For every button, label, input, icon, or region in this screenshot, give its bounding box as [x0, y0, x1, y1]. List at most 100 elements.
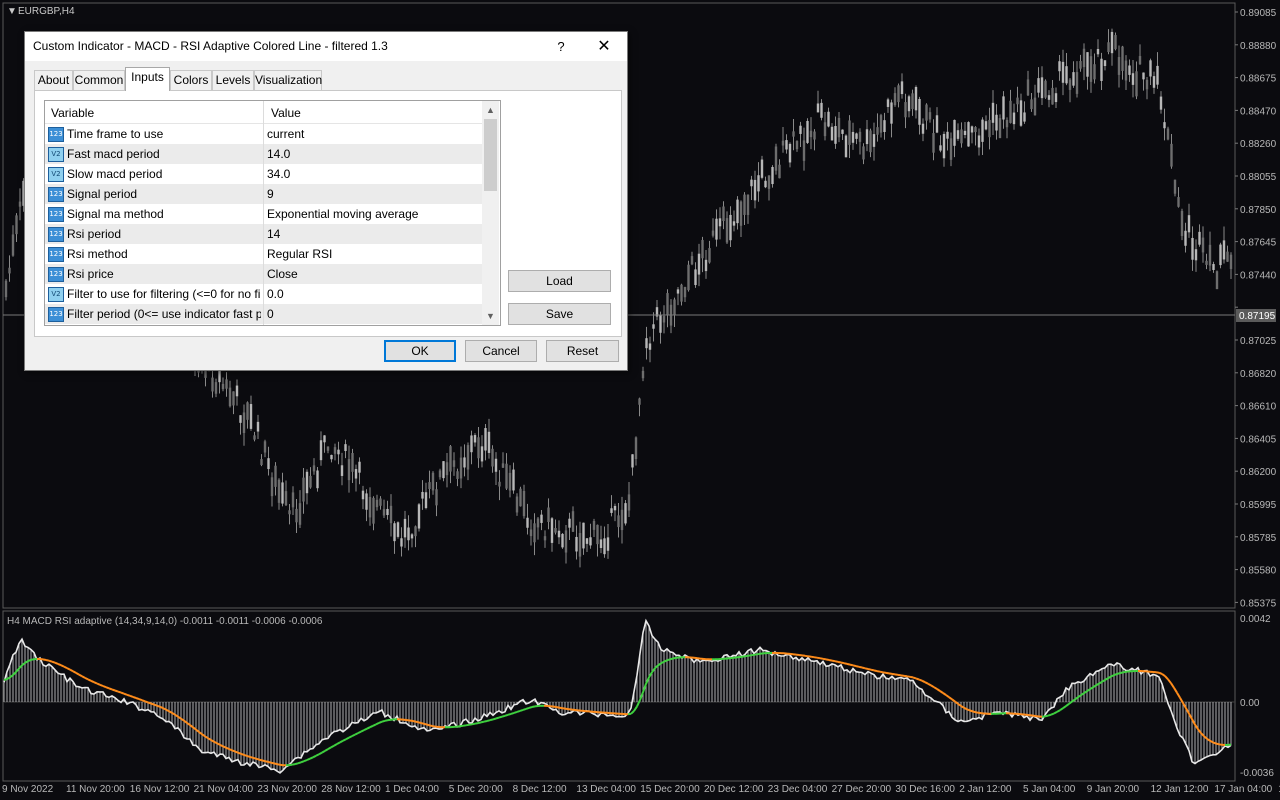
candle [988, 119, 991, 138]
candle [659, 314, 662, 333]
save-button[interactable]: Save [508, 303, 611, 325]
variable-column-header[interactable]: Variable [51, 106, 94, 120]
candle [1163, 122, 1166, 129]
signal-line-segment [213, 740, 218, 745]
input-value[interactable]: 0.0 [267, 287, 284, 301]
signal-line-segment [1059, 707, 1064, 712]
signal-line-segment [486, 719, 491, 722]
scroll-thumb[interactable] [484, 119, 497, 191]
signal-line-segment [198, 731, 203, 736]
tab-visualization[interactable]: Visualization [254, 70, 322, 90]
candle [582, 522, 585, 549]
input-value[interactable]: 14 [267, 227, 280, 241]
double-type-icon: V2 [48, 147, 64, 162]
candle [4, 280, 8, 298]
candle [1026, 79, 1030, 96]
candle [963, 130, 967, 135]
candle [239, 415, 242, 423]
tab-common[interactable]: Common [73, 70, 125, 90]
signal-line-segment [462, 724, 467, 727]
candle [802, 140, 806, 161]
signal-line-segment [369, 724, 374, 729]
cancel-button[interactable]: Cancel [465, 340, 537, 362]
candle [452, 460, 456, 467]
signal-line-segment [501, 714, 506, 718]
candle [855, 133, 858, 139]
price-axis: 0.89085 0.88880 0.88675 0.88470 0.88260 0.880… [1235, 8, 1277, 609]
price-tick-label: 0.86405 [1240, 434, 1277, 445]
signal-line-segment [651, 667, 656, 673]
tab-colors[interactable]: Colors [170, 70, 212, 90]
ok-button[interactable]: OK [384, 340, 456, 362]
load-button[interactable]: Load [508, 270, 611, 292]
close-icon[interactable]: ✕ [591, 36, 617, 58]
signal-line-segment [1062, 705, 1067, 710]
signal-line-segment [171, 712, 176, 716]
signal-line-segment [384, 719, 389, 722]
signal-line-segment [1053, 711, 1058, 715]
candle [1173, 179, 1177, 194]
candle [550, 518, 554, 543]
tab-about[interactable]: About [34, 70, 73, 90]
signal-line-segment [924, 681, 929, 685]
candle [410, 534, 414, 539]
candle [540, 514, 543, 523]
candle [995, 114, 998, 131]
signal-line-segment [858, 665, 863, 669]
candle [463, 457, 466, 468]
candle [1012, 112, 1016, 125]
current-price-text: 0.87195 [1239, 311, 1276, 322]
time-tick-label: 1 Dec 04:00 [385, 784, 439, 795]
candle [869, 130, 872, 153]
signal-line-segment [330, 744, 335, 749]
signal-line-segment [504, 713, 509, 717]
input-value[interactable]: 9 [267, 187, 274, 201]
signal-line-segment [1212, 741, 1217, 745]
candle [246, 402, 249, 420]
input-value[interactable]: current [267, 127, 304, 141]
candle [368, 496, 372, 518]
tab-levels[interactable]: Levels [212, 70, 254, 90]
input-value[interactable]: 14.0 [267, 147, 290, 161]
reset-button[interactable]: Reset [546, 340, 619, 362]
candle [554, 528, 557, 533]
custom-indicator-dialog: Custom Indicator - MACD - RSI Adaptive C… [24, 31, 628, 371]
candle [505, 463, 508, 489]
input-value[interactable]: Exponential moving average [267, 207, 418, 221]
signal-line-segment [102, 685, 107, 689]
signal-line-segment [132, 695, 137, 699]
macd-line [3, 618, 1232, 774]
value-column-header[interactable]: Value [271, 106, 301, 120]
candle [1068, 79, 1072, 90]
scroll-down-icon[interactable]: ▼ [482, 308, 499, 324]
candle [228, 387, 232, 407]
candle [911, 93, 914, 109]
signal-line-segment [1089, 686, 1094, 691]
candle [393, 523, 396, 542]
candle [960, 129, 963, 144]
candle [613, 505, 617, 511]
indicator-axis: 0.0042 0.00 -0.0036 [1240, 614, 1274, 779]
candle [617, 515, 620, 528]
candle [813, 131, 816, 140]
signal-line-segment [138, 698, 143, 702]
signal-line-segment [336, 741, 341, 745]
signal-line-segment [1173, 687, 1178, 694]
input-value[interactable]: 0 [267, 307, 274, 321]
candle [267, 458, 270, 470]
help-button[interactable]: ? [548, 36, 574, 58]
input-value[interactable]: Regular RSI [267, 247, 332, 261]
tab-inputs[interactable]: Inputs [125, 67, 170, 91]
scroll-up-icon[interactable]: ▲ [482, 102, 499, 118]
signal-line-segment [366, 726, 371, 730]
candle [1086, 52, 1089, 77]
input-value[interactable]: 34.0 [267, 167, 290, 181]
grid-scrollbar[interactable]: ▲ ▼ [482, 101, 499, 325]
candle [11, 234, 15, 256]
input-value[interactable]: Close [267, 267, 298, 281]
column-separator[interactable] [263, 101, 264, 325]
signal-line-segment [90, 679, 95, 684]
candle [435, 489, 438, 506]
signal-line-segment [249, 755, 254, 759]
candle [830, 126, 834, 141]
